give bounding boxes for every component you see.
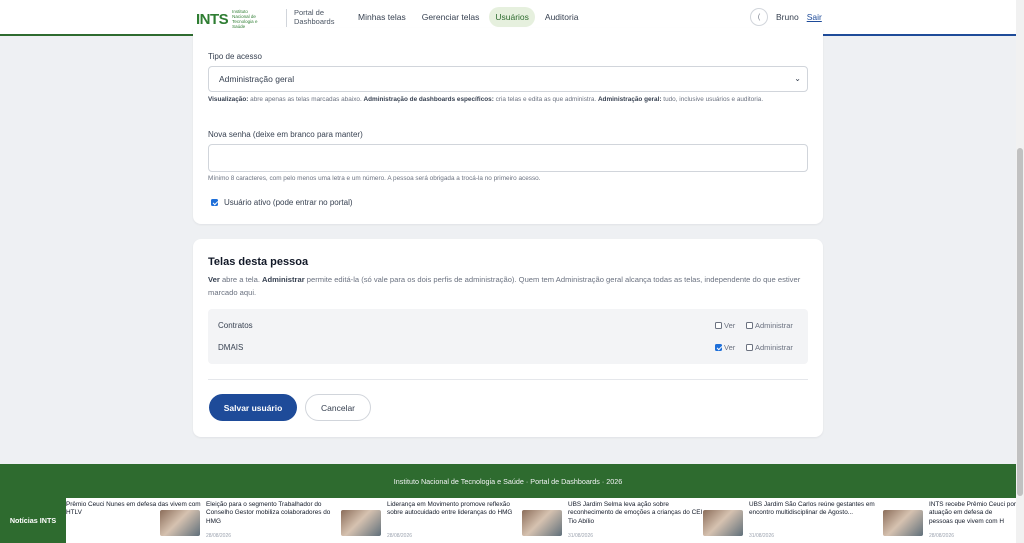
access-type-label: Tipo de acesso <box>208 52 262 61</box>
news-date: 28/08/2026 <box>387 533 413 539</box>
news-thumbnail <box>883 510 923 536</box>
password-input[interactable] <box>208 144 808 172</box>
news-date: 28/08/2026 <box>206 533 232 539</box>
news-ticker: Prêmio Ceuci Nunes em defesa das vivem c… <box>0 498 1016 543</box>
table-row: DMAIS Ver Administrar <box>208 336 808 358</box>
form-divider <box>208 379 808 380</box>
admin-checkbox[interactable] <box>746 343 753 351</box>
nav-auditoria[interactable]: Auditoria <box>539 7 585 27</box>
chevron-down-icon: ⌄ <box>794 74 801 83</box>
active-user-checkbox[interactable] <box>211 199 218 206</box>
access-type-help: Visualização: abre apenas as telas marca… <box>208 96 764 103</box>
logo-subtitle: Instituto Nacional de Tecnologia e Saúde <box>232 9 258 29</box>
logout-link[interactable]: Sair <box>807 12 822 22</box>
news-title: Liderança em Movimento promove reflexão … <box>387 501 513 517</box>
password-help: Mínimo 8 caracteres, com pelo menos uma … <box>208 175 541 182</box>
news-thumbnail <box>522 510 562 536</box>
view-option[interactable]: Ver <box>715 321 735 330</box>
admin-checkbox[interactable] <box>746 321 753 329</box>
admin-option[interactable]: Administrar <box>746 343 793 352</box>
site-footer: Instituto Nacional de Tecnologia e Saúde… <box>0 464 1016 498</box>
nav-gerenciar-telas[interactable]: Gerenciar telas <box>416 7 486 27</box>
screen-name: Contratos <box>218 320 253 330</box>
ticker-label: Notícias INTS <box>0 498 66 543</box>
nav-usuarios[interactable]: Usuários <box>489 7 535 27</box>
page-scrollbar[interactable] <box>1016 0 1024 543</box>
save-user-button[interactable]: Salvar usuário <box>209 394 297 421</box>
screens-card: Telas desta pessoa Ver abre a tela. Admi… <box>193 239 823 437</box>
screen-name: DMAIS <box>218 342 244 352</box>
news-date: 31/08/2026 <box>568 533 594 539</box>
main-nav: Minhas telas Gerenciar telas Usuários Au… <box>352 7 584 27</box>
news-title: UBS Jardim São Carlos reúne gestantes em… <box>749 501 875 517</box>
view-checkbox[interactable] <box>715 321 722 329</box>
view-option[interactable]: Ver <box>715 343 735 352</box>
news-thumbnail <box>160 510 200 536</box>
news-thumbnail <box>703 510 743 536</box>
admin-option[interactable]: Administrar <box>746 321 793 330</box>
screens-table: Contratos Ver Administrar DMAIS Ver Admi… <box>208 309 808 364</box>
footer-text: Instituto Nacional de Tecnologia e Saúde… <box>393 476 623 486</box>
screens-description: Ver abre a tela. Administrar permite edi… <box>208 275 801 297</box>
news-thumbnail <box>341 510 381 536</box>
access-type-value: Administração geral <box>219 74 295 84</box>
active-user-row: Usuário ativo (pode entrar no portal) <box>211 198 353 207</box>
avatar[interactable]: ( <box>750 8 768 26</box>
scrollbar-thumb[interactable] <box>1017 148 1023 496</box>
ints-logo[interactable]: INTS Instituto Nacional de Tecnologia e … <box>196 9 264 29</box>
header-divider <box>286 9 287 27</box>
view-checkbox[interactable] <box>715 343 722 351</box>
portal-name: Portal de Dashboards <box>294 8 335 26</box>
screens-title: Telas desta pessoa <box>208 256 309 268</box>
news-title: UBS Jardim Selma leva ação sobre reconhe… <box>568 501 703 525</box>
user-name: Bruno <box>776 12 799 22</box>
access-type-select[interactable]: Administração geral ⌄ <box>208 66 808 92</box>
logo-mark: INTS <box>196 10 229 28</box>
password-label: Nova senha (deixe em branco para manter) <box>208 130 363 139</box>
user-area: ( Bruno Sair <box>750 8 822 26</box>
cancel-button[interactable]: Cancelar <box>305 394 371 421</box>
news-title: INTS recebe Prêmio Ceuci por atuação em … <box>929 501 1016 525</box>
nav-minhas-telas[interactable]: Minhas telas <box>352 7 412 27</box>
news-date: 28/08/2026 <box>929 533 955 539</box>
news-date: 31/08/2026 <box>749 533 775 539</box>
user-settings-card: Tipo de acesso Administração geral ⌄ Vis… <box>193 28 823 224</box>
news-title: Eleição para o segmento Trabalhador do C… <box>206 501 331 525</box>
table-row: Contratos Ver Administrar <box>208 314 808 336</box>
active-user-label[interactable]: Usuário ativo (pode entrar no portal) <box>224 198 353 207</box>
